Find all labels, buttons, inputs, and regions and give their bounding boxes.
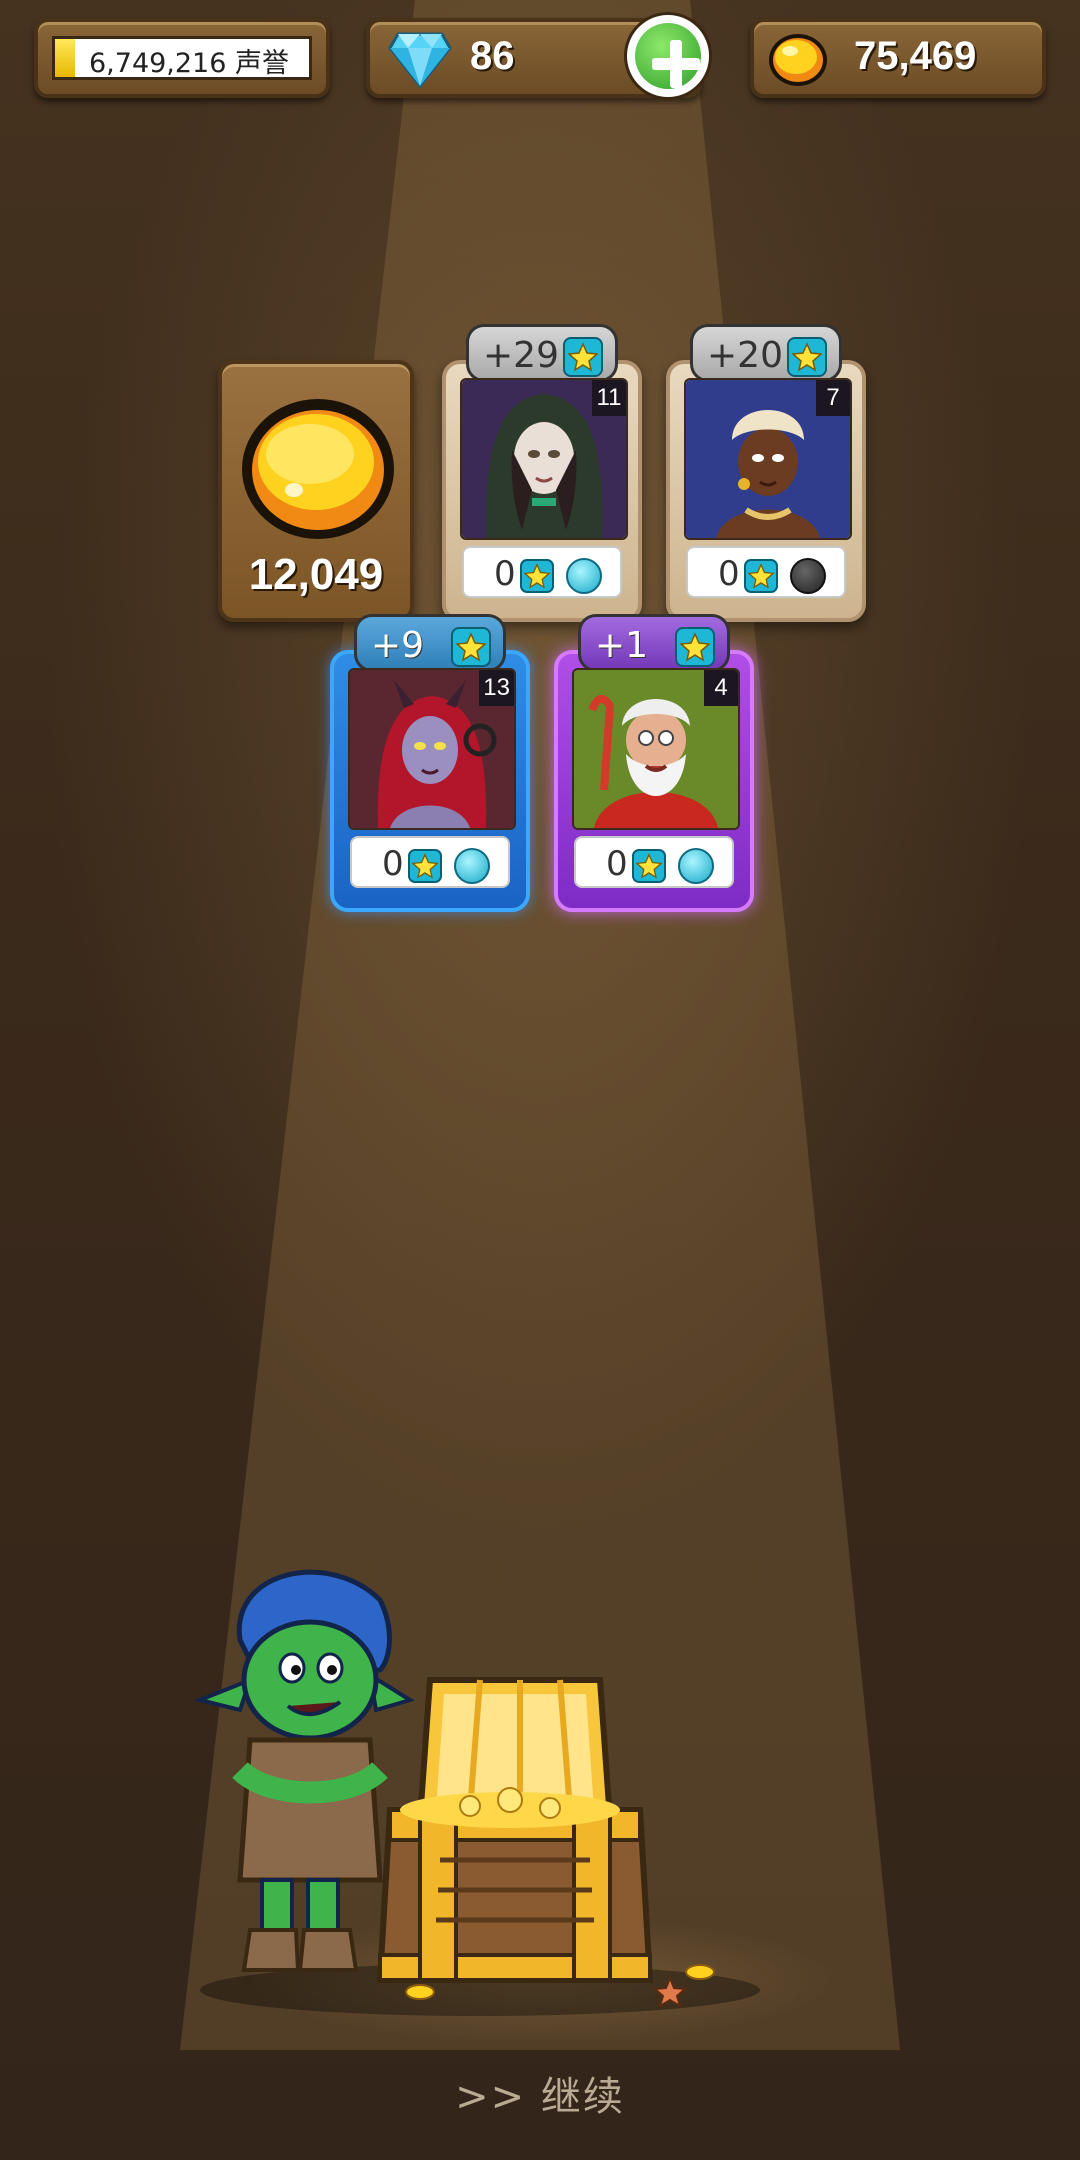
big-gold-coin-icon	[242, 399, 394, 539]
star-badge: +9	[354, 614, 506, 672]
star-icon	[451, 627, 491, 667]
reputation-text: 6,749,216 声誉	[89, 48, 289, 79]
star-icon	[744, 559, 778, 593]
hero-card-horned-demoness[interactable]: +9 13 0	[330, 614, 530, 912]
hero-card-hooded-woman[interactable]: +29 11 0	[442, 324, 642, 622]
stat-count: 0	[606, 844, 628, 884]
stat-count: 0	[718, 554, 740, 594]
gems-panel: 86	[366, 12, 712, 100]
hero-portrait: 13	[348, 668, 516, 830]
continue-button[interactable]: >> 继续	[0, 2064, 1080, 2122]
gold-count: 75,469	[854, 34, 977, 78]
gold-panel: 75,469	[750, 18, 1046, 98]
gold-reward-amount: 12,049	[248, 550, 384, 599]
star-badge: +29	[466, 324, 618, 382]
stat-count: 0	[382, 844, 404, 884]
reputation-bar: 6,749,216 声誉	[52, 36, 312, 80]
star-icon	[408, 849, 442, 883]
gold-coin-icon	[769, 34, 827, 86]
badge-text: +29	[483, 335, 559, 376]
level-box: 13	[479, 670, 514, 706]
add-gems-button[interactable]	[624, 12, 712, 100]
treasure-chest-icon	[376, 1677, 715, 2009]
gem-count: 86	[470, 34, 515, 78]
reputation-panel: 6,749,216 声誉	[34, 18, 330, 98]
hero-card-bearded-santa[interactable]: +1 4 0	[554, 614, 754, 912]
reputation-fill	[55, 39, 76, 77]
star-badge: +20	[690, 324, 842, 382]
diamond-icon	[388, 32, 452, 88]
cyan-orb-icon	[678, 848, 714, 884]
hero-stat-bar: 0	[686, 546, 846, 598]
hero-portrait: 11	[460, 378, 628, 540]
dark-orb-icon	[790, 558, 826, 594]
star-icon	[632, 849, 666, 883]
hero-portrait: 4	[572, 668, 740, 830]
star-icon	[787, 337, 827, 377]
goblin-treasure-scene	[193, 1569, 760, 2016]
cyan-orb-icon	[454, 848, 490, 884]
star-badge: +1	[578, 614, 730, 672]
hero-stat-bar: 0	[574, 836, 734, 888]
level-box: 4	[704, 670, 738, 706]
star-icon	[563, 337, 603, 377]
star-icon	[520, 559, 554, 593]
badge-text: +1	[595, 625, 649, 666]
gold-reward-card: 12,049	[218, 360, 414, 622]
hero-portrait: 7	[684, 378, 852, 540]
goblin-icon	[193, 1569, 415, 1972]
hero-stat-bar: 0	[350, 836, 510, 888]
level-box: 11	[592, 380, 626, 416]
cyan-orb-icon	[566, 558, 602, 594]
star-icon	[675, 627, 715, 667]
stat-count: 0	[494, 554, 516, 594]
badge-text: +9	[371, 625, 425, 666]
badge-text: +20	[707, 335, 783, 376]
hero-stat-bar: 0	[462, 546, 622, 598]
plus-icon	[635, 23, 701, 89]
level-box: 7	[816, 380, 850, 416]
hero-card-turban-woman[interactable]: +20 7 0	[666, 324, 866, 622]
